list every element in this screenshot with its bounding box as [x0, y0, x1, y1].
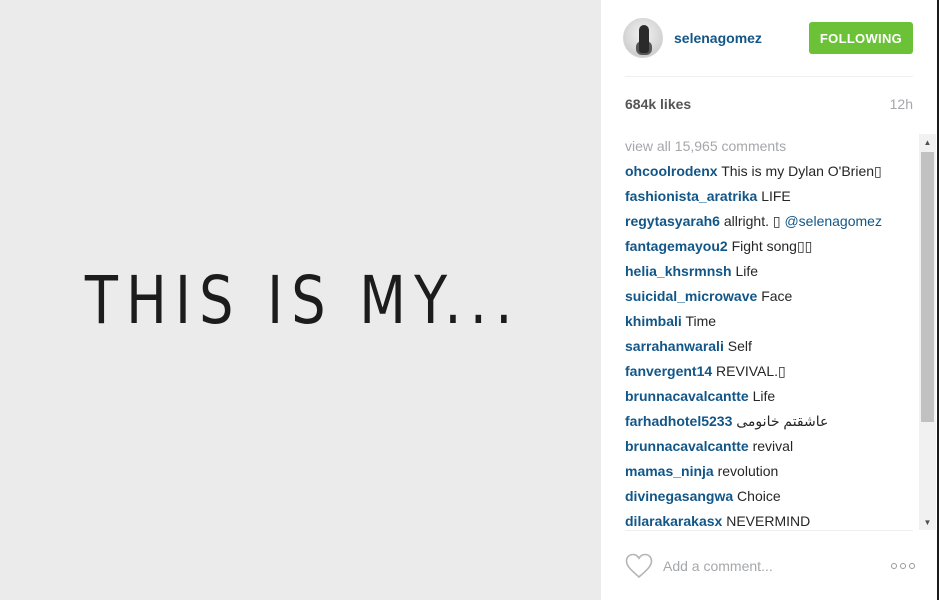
following-button[interactable]: FOLLOWING	[809, 22, 913, 54]
comment-text: LIFE	[761, 188, 791, 204]
comment-item: dilarakarakasx NEVERMIND	[625, 509, 917, 530]
comment-item: brunnacavalcantte revival	[625, 434, 917, 459]
comment-username[interactable]: khimbali	[625, 313, 682, 329]
comment-text: Self	[727, 338, 752, 354]
heart-outline-icon[interactable]	[625, 553, 653, 579]
comment-text: REVIVAL.▯	[716, 363, 786, 379]
scroll-down-arrow-icon[interactable]: ▼	[919, 514, 936, 530]
scroll-thumb[interactable]	[921, 152, 934, 422]
comment-username[interactable]: brunnacavalcantte	[625, 388, 749, 404]
comment-username[interactable]: suicidal_microwave	[625, 288, 757, 304]
post-image-text: THIS IS MY...	[84, 261, 521, 339]
more-options-icon[interactable]	[891, 559, 915, 573]
comment-username[interactable]: fanvergent14	[625, 363, 712, 379]
comment-username[interactable]: divinegasangwa	[625, 488, 733, 504]
comment-username[interactable]: fashionista_aratrika	[625, 188, 757, 204]
comment-item: suicidal_microwave Face	[625, 284, 917, 309]
comment-text: Face	[761, 288, 793, 304]
comment-item: mamas_ninja revolution	[625, 459, 917, 484]
comment-text: Life	[735, 263, 759, 279]
post-stats: 684k likes 12h	[625, 96, 913, 112]
add-comment-input[interactable]	[663, 558, 891, 574]
comment-text: عاشقتم خانومی	[736, 413, 829, 429]
avatar[interactable]	[623, 18, 663, 58]
comment-username[interactable]: regytasyarah6	[625, 213, 720, 229]
header-divider	[625, 76, 913, 77]
comment-username[interactable]: helia_khsrmnsh	[625, 263, 732, 279]
post-side-panel: selenagomez FOLLOWING 684k likes 12h vie…	[601, 0, 937, 600]
comment-item: ohcoolrodenx This is my Dylan O'Brien▯	[625, 159, 917, 184]
comment-item: fantagemayou2 Fight song▯▯	[625, 234, 917, 259]
header-username[interactable]: selenagomez	[674, 30, 809, 46]
comments-scrollbar[interactable]: ▲ ▼	[919, 134, 936, 530]
comment-text: Fight song▯▯	[731, 238, 813, 254]
comment-text: revolution	[717, 463, 779, 479]
comment-item: farhadhotel5233 عاشقتم خانومی	[625, 409, 917, 434]
post-image[interactable]: THIS IS MY...	[0, 0, 601, 600]
comment-username[interactable]: mamas_ninja	[625, 463, 714, 479]
comment-text: Choice	[737, 488, 781, 504]
comment-text: NEVERMIND	[726, 513, 811, 529]
likes-count[interactable]: 684k likes	[625, 96, 691, 112]
comment-item: fanvergent14 REVIVAL.▯	[625, 359, 917, 384]
comment-text: Time	[685, 313, 717, 329]
footer-divider	[625, 530, 913, 531]
scroll-up-arrow-icon[interactable]: ▲	[919, 134, 936, 150]
comment-text: Life	[752, 388, 776, 404]
post-header: selenagomez FOLLOWING	[623, 16, 913, 60]
comments-list[interactable]: view all 15,965 comments ohcoolrodenx Th…	[625, 134, 917, 530]
view-all-comments-link[interactable]: view all 15,965 comments	[625, 134, 917, 159]
comment-item: fashionista_aratrika LIFE	[625, 184, 917, 209]
comment-username[interactable]: fantagemayou2	[625, 238, 728, 254]
comment-text: allright. ▯	[723, 213, 781, 229]
comment-mention-link[interactable]: @selenagomez	[784, 213, 882, 229]
post-time[interactable]: 12h	[890, 96, 913, 112]
comment-item: khimbali Time	[625, 309, 917, 334]
comment-username[interactable]: brunnacavalcantte	[625, 438, 749, 454]
comment-username[interactable]: sarrahanwarali	[625, 338, 724, 354]
post-footer	[625, 550, 915, 582]
comment-username[interactable]: dilarakarakasx	[625, 513, 722, 529]
comment-username[interactable]: farhadhotel5233	[625, 413, 732, 429]
comment-item: divinegasangwa Choice	[625, 484, 917, 509]
comment-item: sarrahanwarali Self	[625, 334, 917, 359]
comment-item: regytasyarah6 allright. ▯ @selenagomez	[625, 209, 917, 234]
comment-text: This is my Dylan O'Brien▯	[721, 163, 882, 179]
comment-item: helia_khsrmnsh Life	[625, 259, 917, 284]
comment-text: revival	[752, 438, 794, 454]
comment-item: brunnacavalcantte Life	[625, 384, 917, 409]
comment-username[interactable]: ohcoolrodenx	[625, 163, 718, 179]
